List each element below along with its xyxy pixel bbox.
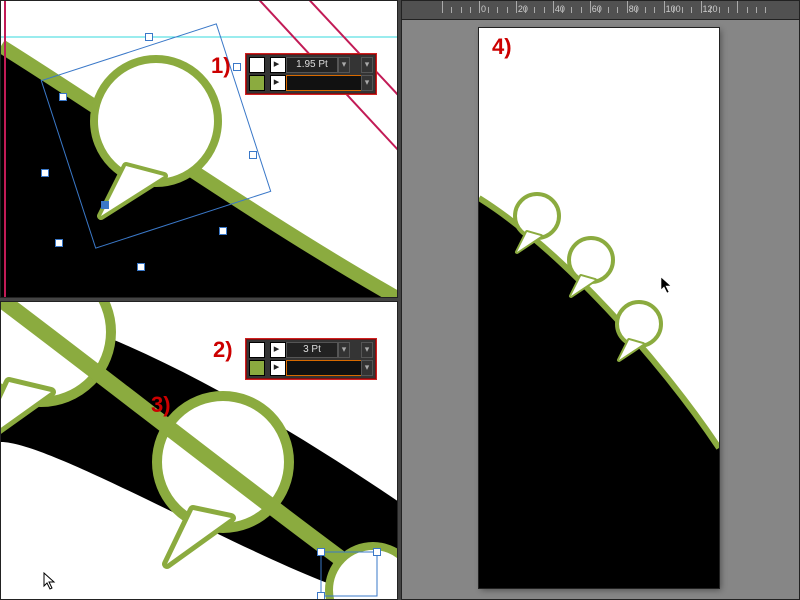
step-label-3: 3)	[151, 392, 171, 418]
ruler-label: 60	[592, 4, 602, 14]
ruler-minor-tick	[617, 7, 618, 13]
ruler-tick	[701, 1, 702, 13]
stroke-swatch[interactable]	[249, 360, 265, 376]
fill-swatch[interactable]	[249, 57, 265, 73]
pane-divider-vertical	[398, 0, 401, 600]
ruler-minor-tick	[636, 7, 637, 13]
ruler-minor-tick	[691, 7, 692, 13]
fill-swatch-dropdown[interactable]	[270, 342, 286, 358]
fill-swatch[interactable]	[249, 342, 265, 358]
ruler-minor-tick	[608, 7, 609, 13]
step-label-2: 2)	[213, 337, 233, 363]
selection-handle[interactable]	[219, 227, 227, 235]
ruler-minor-tick	[470, 7, 471, 13]
ruler-minor-tick	[710, 7, 711, 13]
ruler-tick	[553, 1, 554, 13]
cursor-icon	[660, 276, 674, 294]
ruler-minor-tick	[654, 7, 655, 13]
artboard	[479, 28, 719, 588]
ruler-tick	[442, 1, 443, 13]
ruler-horizontal[interactable]: 020406080100120	[402, 1, 799, 20]
ruler-minor-tick	[562, 7, 563, 13]
artwork-preview	[479, 28, 719, 588]
fill-swatch-dropdown[interactable]	[270, 57, 286, 73]
ruler-minor-tick	[488, 7, 489, 13]
ruler-minor-tick	[719, 7, 720, 13]
stroke-weight-stepper[interactable]: ▾	[338, 57, 350, 73]
panel-step-2-3: 2) 3) 3 Pt ▾ ▾ ▾	[0, 301, 398, 600]
ruler-label: 80	[629, 4, 639, 14]
ruler-minor-tick	[728, 7, 729, 13]
ruler-tick	[516, 1, 517, 13]
panel-step-1: 1) 1.95 Pt ▾ ▾ ▾	[0, 0, 398, 298]
selection-handle[interactable]	[233, 63, 241, 71]
stroke-swatch-dropdown[interactable]	[270, 75, 286, 91]
selection-handle[interactable]	[41, 169, 49, 177]
stroke-style-field[interactable]	[286, 360, 368, 376]
step-label-4: 4)	[492, 34, 512, 60]
canvas-step-1	[1, 1, 398, 298]
ruler-minor-tick	[599, 7, 600, 13]
selection-handle[interactable]	[373, 548, 381, 556]
ruler-tick	[737, 1, 738, 13]
stroke-weight-field[interactable]: 3 Pt	[286, 342, 338, 358]
ruler-label: 20	[518, 4, 528, 14]
selection-handle[interactable]	[317, 548, 325, 556]
panel-step-4: 020406080100120 4)	[401, 0, 800, 600]
step-label-1: 1)	[211, 53, 231, 79]
ruler-minor-tick	[534, 7, 535, 13]
cursor-icon	[43, 572, 57, 590]
stroke-profile-dropdown[interactable]: ▾	[361, 57, 373, 73]
stroke-swatch[interactable]	[249, 75, 265, 91]
pane-divider-horizontal	[0, 298, 398, 301]
ruler-minor-tick	[645, 7, 646, 13]
ruler-tick	[479, 1, 480, 13]
ruler-minor-tick	[544, 7, 545, 13]
stroke-swatch-dropdown[interactable]	[270, 360, 286, 376]
selection-handle[interactable]	[137, 263, 145, 271]
ruler-minor-tick	[451, 7, 452, 13]
ruler-tick	[664, 1, 665, 13]
ruler-label: 0	[481, 4, 486, 14]
stroke-style-field[interactable]	[286, 75, 368, 91]
stroke-style-dropdown[interactable]: ▾	[361, 360, 373, 376]
ruler-tick	[590, 1, 591, 13]
ruler-minor-tick	[756, 7, 757, 13]
stroke-style-dropdown[interactable]: ▾	[361, 75, 373, 91]
ruler-minor-tick	[682, 7, 683, 13]
selection-handle[interactable]	[55, 239, 63, 247]
ruler-minor-tick	[673, 7, 674, 13]
selection-handle[interactable]	[59, 93, 67, 101]
ruler-minor-tick	[581, 7, 582, 13]
ruler-tick	[627, 1, 628, 13]
ruler-minor-tick	[461, 7, 462, 13]
ruler-minor-tick	[765, 7, 766, 13]
stroke-profile-dropdown[interactable]: ▾	[361, 342, 373, 358]
selection-handle[interactable]	[317, 592, 325, 600]
selection-handle-anchor[interactable]	[101, 201, 109, 209]
ruler-minor-tick	[497, 7, 498, 13]
selection-handle[interactable]	[249, 151, 257, 159]
appearance-panel-2: 3 Pt ▾ ▾ ▾	[245, 338, 377, 380]
ruler-label: 40	[555, 4, 565, 14]
selection-handle[interactable]	[145, 33, 153, 41]
ruler-minor-tick	[507, 7, 508, 13]
ruler-minor-tick	[525, 7, 526, 13]
ruler-minor-tick	[571, 7, 572, 13]
stroke-weight-field[interactable]: 1.95 Pt	[286, 57, 338, 73]
appearance-panel-1: 1.95 Pt ▾ ▾ ▾	[245, 53, 377, 95]
stroke-weight-stepper[interactable]: ▾	[338, 342, 350, 358]
ruler-minor-tick	[747, 7, 748, 13]
